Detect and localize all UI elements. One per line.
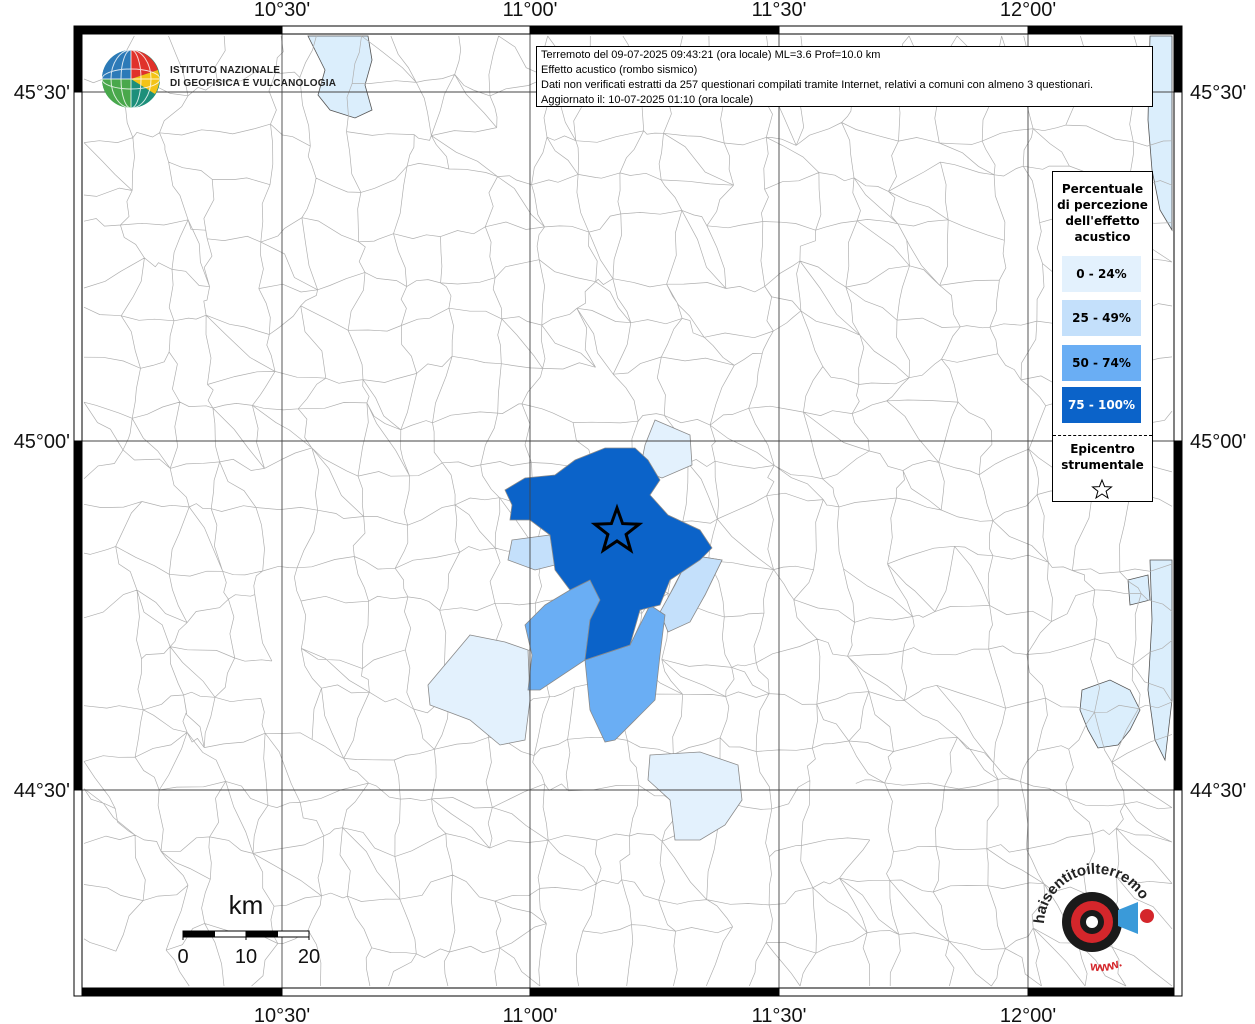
frame-segment	[73, 91, 83, 442]
legend-title-line: di percezione	[1057, 198, 1148, 212]
frame-segment	[73, 25, 283, 35]
legend-label: 25 - 49%	[1072, 311, 1131, 325]
legend-label: 0 - 24%	[1076, 267, 1127, 281]
ingv-name: ISTITUTO NAZIONALE DI GEOFISICA E VULCAN…	[170, 64, 336, 90]
frame-segment	[281, 987, 531, 997]
frame-segment	[1173, 789, 1183, 997]
svg-text:www.: www.	[1089, 955, 1124, 972]
frame-segment	[529, 25, 780, 35]
epicenter-legend-line: Epicentro	[1070, 442, 1135, 456]
bottom-label-1130: 11°30'	[752, 1005, 807, 1024]
legend-swatch-50-74: 50 - 74%	[1062, 345, 1141, 381]
legend-title: Percentuale di percezione dell'effetto a…	[1053, 181, 1152, 245]
hsit-logo-graphic: haisentitoilterremoto.it www.	[1025, 849, 1154, 974]
legend-swatch-75-100: 75 - 100%	[1062, 387, 1141, 423]
frame-segment	[778, 25, 1029, 35]
left-label-4530: 45°30'	[14, 82, 70, 104]
scale-tick-10: 10	[235, 946, 257, 968]
bottom-label-1030: 10°30'	[254, 1005, 310, 1024]
top-label-1030: 10°30'	[254, 0, 310, 21]
legend-title-line: Percentuale	[1061, 182, 1144, 196]
legend: Percentuale di percezione dell'effetto a…	[1052, 171, 1153, 502]
frame-segment	[1173, 91, 1183, 442]
right-label-4530: 45°30'	[1190, 82, 1246, 104]
right-label-4500: 45°00'	[1190, 431, 1246, 453]
legend-separator	[1053, 435, 1152, 436]
frame-segment	[281, 25, 531, 35]
frame-segment	[73, 789, 83, 997]
hsit-logo-www: www.	[1089, 955, 1124, 975]
epicenter-legend-line: strumentale	[1061, 458, 1144, 472]
event-info-line1: Terremoto del 09-07-2025 09:43:21 (ora l…	[541, 49, 881, 61]
frame-segment	[1027, 25, 1183, 35]
legend-title-line: acustico	[1074, 230, 1131, 244]
hsit-logo: haisentitoilterremoto.it www.	[1025, 849, 1162, 974]
scale-unit: km	[229, 890, 264, 920]
frame-segment	[1173, 25, 1183, 93]
top-label-1130: 11°30'	[752, 0, 807, 21]
event-info-line3: Dati non verificati estratti da 257 ques…	[541, 79, 1094, 91]
event-info-line2: Effetto acustico (rombo sismico)	[541, 64, 698, 76]
right-label-4430: 44°30'	[1190, 780, 1246, 802]
frame-segment	[1173, 440, 1183, 791]
frame-segment	[73, 440, 83, 791]
scale-tick-0: 0	[177, 946, 188, 968]
legend-title-line: dell'effetto	[1065, 214, 1140, 228]
left-label-4500: 45°00'	[14, 431, 70, 453]
ingv-name-line2: DI GEOFISICA E VULCANOLOGIA	[170, 78, 337, 89]
frame-segment	[73, 987, 283, 997]
frame-segment	[778, 987, 1029, 997]
legend-label: 50 - 74%	[1072, 356, 1131, 370]
ingv-globe-icon	[101, 49, 161, 109]
event-info-box: Terremoto del 09-07-2025 09:43:21 (ora l…	[536, 46, 1153, 107]
epicenter-legend-title: Epicentro strumentale	[1053, 441, 1152, 473]
left-label-4430: 44°30'	[14, 780, 70, 802]
top-label-1200: 12°00'	[1000, 0, 1056, 21]
legend-swatch-0-24: 0 - 24%	[1062, 256, 1141, 292]
bottom-label-1100: 11°00'	[503, 1005, 558, 1024]
epicenter-legend-star-icon	[1091, 478, 1113, 500]
bottom-label-1200: 12°00'	[1000, 1005, 1056, 1024]
frame-segment	[1027, 987, 1183, 997]
top-label-1100: 11°00'	[503, 0, 558, 21]
frame-segment	[73, 25, 83, 93]
event-info-line4: Aggiornato il: 10-07-2025 01:10 (ora loc…	[541, 94, 754, 106]
legend-swatch-25-49: 25 - 49%	[1062, 300, 1141, 336]
ingv-logo	[100, 48, 162, 115]
legend-label: 75 - 100%	[1067, 398, 1136, 412]
ingv-name-line1: ISTITUTO NAZIONALE	[170, 65, 281, 76]
frame-segment	[529, 987, 780, 997]
scale-tick-20: 20	[298, 946, 320, 968]
